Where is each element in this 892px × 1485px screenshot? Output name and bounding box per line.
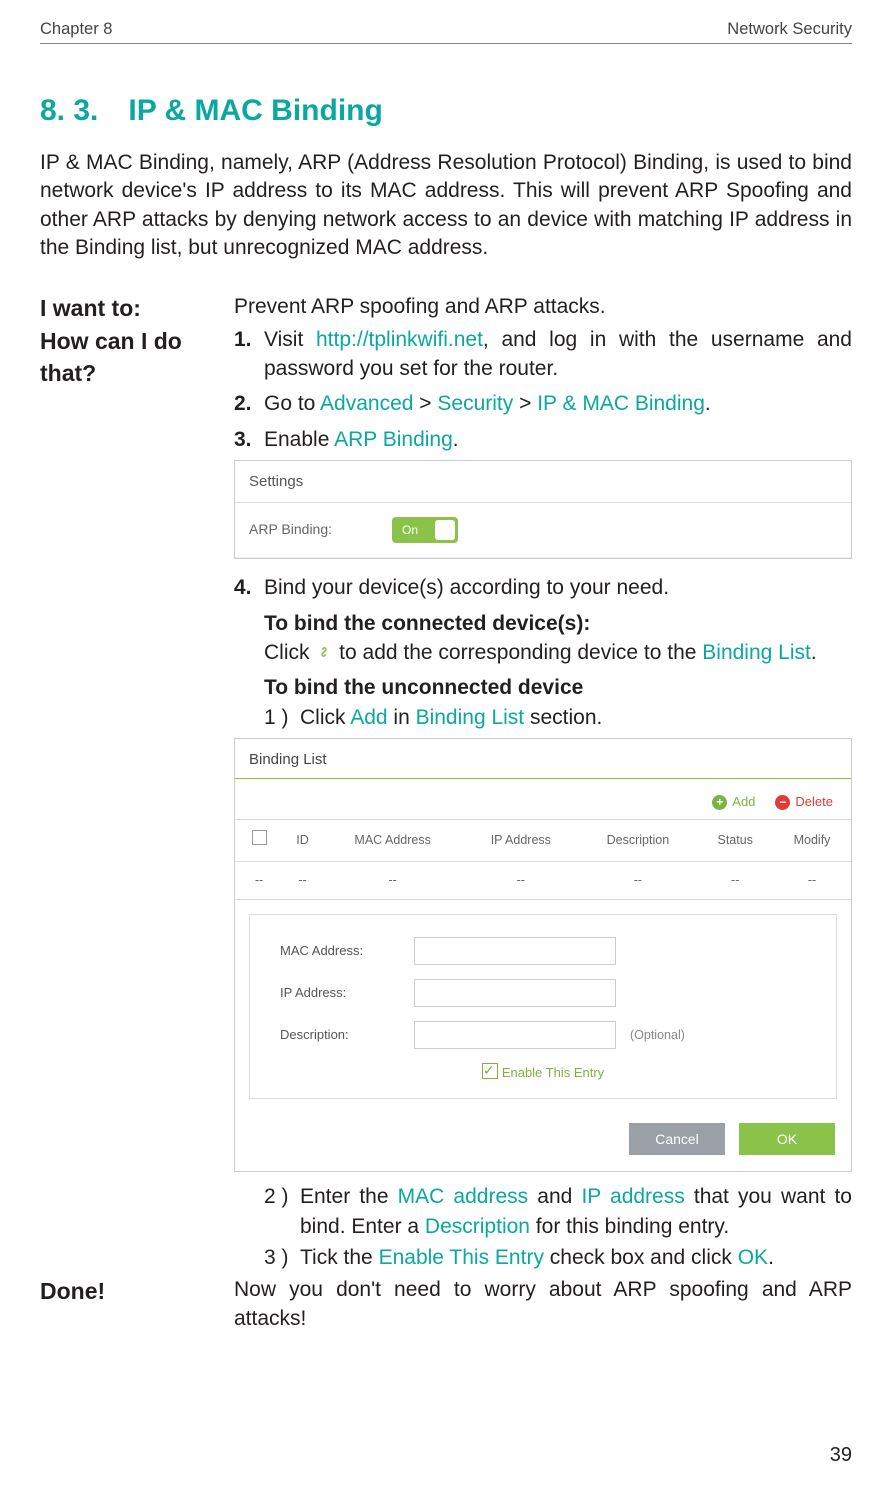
screenshot-binding-list: Binding List + Add − Delete ID bbox=[234, 738, 852, 1172]
col-status: Status bbox=[697, 820, 773, 862]
minus-icon: − bbox=[775, 795, 790, 810]
running-header: Chapter 8 Network Security bbox=[40, 20, 852, 44]
col-mac: MAC Address bbox=[322, 820, 463, 862]
optional-label: (Optional) bbox=[630, 1027, 685, 1045]
label-how: How can I do that? bbox=[40, 325, 220, 1275]
link-tplinkwifi[interactable]: http://tplinkwifi.net bbox=[316, 328, 483, 351]
label-done: Done! bbox=[40, 1275, 220, 1334]
step-4: 4. Bind your device(s) according to your… bbox=[234, 573, 852, 602]
substep-2: 2 ) Enter the MAC address and IP address… bbox=[234, 1182, 852, 1241]
ok-button[interactable]: OK bbox=[739, 1123, 835, 1155]
ip-address-input[interactable] bbox=[414, 979, 616, 1007]
sub-heading-connected: To bind the connected device(s): bbox=[234, 609, 852, 638]
mac-label: MAC Address: bbox=[280, 942, 400, 960]
step-1: 1. Visit http://tplinkwifi.net, and log … bbox=[234, 325, 852, 384]
want-text: Prevent ARP spoofing and ARP attacks. bbox=[234, 292, 852, 324]
mac-address-input[interactable] bbox=[414, 937, 616, 965]
enable-entry-label: Enable This Entry bbox=[502, 1065, 604, 1080]
screenshot-settings-arp: Settings ARP Binding: On bbox=[234, 460, 852, 559]
col-desc: Description bbox=[578, 820, 697, 862]
label-want: I want to: bbox=[40, 292, 220, 324]
step-4-num: 4. bbox=[234, 573, 264, 602]
step-1-num: 1. bbox=[234, 325, 264, 384]
done-text: Now you don't need to worry about ARP sp… bbox=[234, 1275, 852, 1334]
cancel-button[interactable]: Cancel bbox=[629, 1123, 725, 1155]
plus-icon: + bbox=[712, 795, 727, 810]
intro-paragraph: IP & MAC Binding, namely, ARP (Address R… bbox=[40, 149, 852, 262]
link-icon[interactable] bbox=[315, 640, 333, 658]
arp-binding-toggle[interactable]: On bbox=[392, 517, 458, 543]
step-3-num: 3. bbox=[234, 425, 264, 454]
sub-connected-text: Click to add the corresponding device to… bbox=[234, 638, 852, 667]
enable-entry-checkbox[interactable] bbox=[482, 1063, 498, 1079]
binding-table: ID MAC Address IP Address Description St… bbox=[235, 819, 851, 900]
table-row-empty: -- -- -- -- -- -- -- bbox=[235, 861, 851, 900]
page-title: 8. 3. IP & MAC Binding bbox=[40, 94, 852, 128]
arp-binding-label: ARP Binding: bbox=[249, 520, 332, 540]
step-2: 2. Go to Advanced > Security > IP & MAC … bbox=[234, 389, 852, 418]
substep-3: 3 ) Tick the Enable This Entry check box… bbox=[234, 1243, 852, 1272]
chapter-label: Chapter 8 bbox=[40, 20, 112, 39]
description-input[interactable] bbox=[414, 1021, 616, 1049]
sub-heading-unconnected: To bind the unconnected device bbox=[234, 673, 852, 702]
section-label: Network Security bbox=[727, 20, 852, 39]
ip-label: IP Address: bbox=[280, 984, 400, 1002]
col-modify: Modify bbox=[773, 820, 851, 862]
add-button[interactable]: + Add bbox=[712, 793, 755, 811]
settings-header: Settings bbox=[235, 461, 851, 503]
step-2-num: 2. bbox=[234, 389, 264, 418]
step-3: 3. Enable ARP Binding. bbox=[234, 425, 852, 454]
substep-1: 1 ) Click Add in Binding List section. bbox=[234, 703, 852, 732]
desc-label: Description: bbox=[280, 1026, 400, 1044]
title-text: IP & MAC Binding bbox=[128, 94, 382, 127]
col-id: ID bbox=[283, 820, 322, 862]
add-entry-form: MAC Address: IP Address: Description: (O… bbox=[249, 914, 837, 1099]
delete-button[interactable]: − Delete bbox=[775, 793, 833, 811]
divider bbox=[235, 778, 851, 779]
select-all-checkbox[interactable] bbox=[252, 830, 267, 845]
table-header-row: ID MAC Address IP Address Description St… bbox=[235, 820, 851, 862]
page-number: 39 bbox=[830, 1444, 852, 1467]
col-ip: IP Address bbox=[463, 820, 578, 862]
title-number: 8. 3. bbox=[40, 94, 98, 127]
binding-list-header: Binding List bbox=[235, 739, 851, 772]
